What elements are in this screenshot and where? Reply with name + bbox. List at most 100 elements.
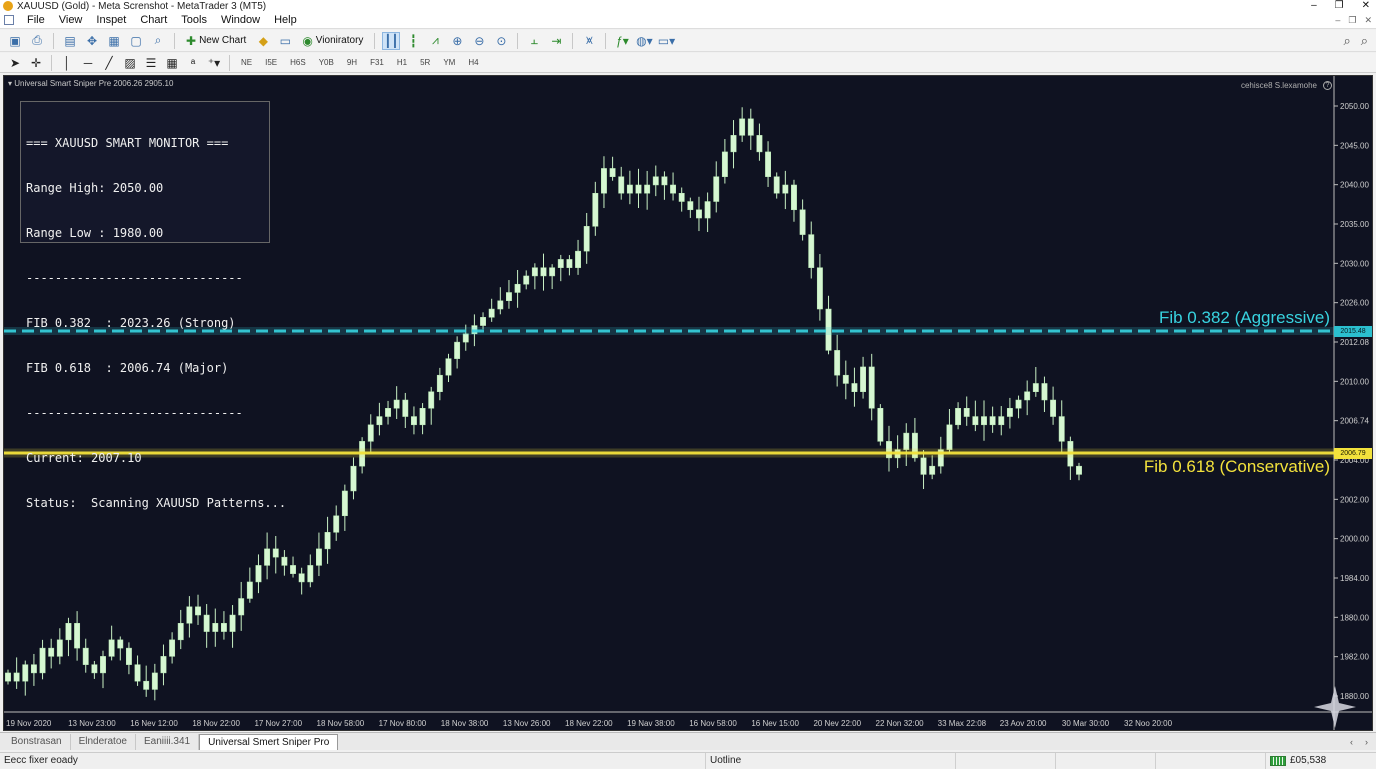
status-help-text: Eecc fixer eoady (0, 752, 706, 769)
tab-prev-button[interactable]: ‹ (1350, 737, 1353, 747)
tab-chart-2[interactable]: Elnderatoe (71, 733, 136, 750)
history-button[interactable]: ◉ Vioniratory (298, 32, 367, 50)
grid-icon[interactable]: ▦ (163, 54, 181, 72)
candle-body (540, 267, 547, 277)
menu-view[interactable]: View (52, 14, 90, 26)
price-axis-label: 1982.00 (1340, 653, 1369, 662)
time-axis-label: 32 Noo 20:00 (1124, 719, 1173, 728)
candle-body (549, 267, 556, 277)
horizontal-line-icon[interactable]: ─ (79, 54, 97, 72)
price-axis-label: 2026.00 (1340, 299, 1369, 308)
candle-body (402, 399, 409, 417)
toolbar-separator (605, 32, 607, 49)
monitor-line: FIB 0.618 : 2006.74 (Major) (26, 361, 229, 375)
candle-body (696, 209, 702, 219)
indicator-list-icon[interactable]: ƒ▾ (613, 32, 631, 50)
channel-icon[interactable]: ▨ (121, 54, 139, 72)
market-watch-icon[interactable]: ▤ (61, 32, 79, 50)
timeframe-3[interactable]: H6S (285, 58, 311, 67)
time-axis-label: 17 Nov 80:00 (379, 719, 427, 728)
menu-chart[interactable]: Chart (133, 14, 174, 26)
tab-universal-smart-sniper[interactable]: Universal Smert Sniper Pro (199, 733, 339, 750)
candle-body (186, 606, 193, 624)
fibonacci-icon[interactable]: ☰ (142, 54, 160, 72)
mdi-controls: – ❐ ✕ (1335, 15, 1372, 26)
text-icon[interactable]: ᵃ (184, 54, 202, 72)
search-icon[interactable]: ⌕ (1343, 33, 1350, 49)
timeframe-4[interactable]: Y0B (314, 58, 339, 67)
status-traffic: £05,538 (1290, 755, 1327, 766)
time-axis-label: 17 Nov 27:00 (254, 719, 302, 728)
data-window-icon[interactable]: ⌕ (149, 32, 167, 50)
candle-body (877, 408, 884, 442)
candle-body (1041, 383, 1048, 401)
print-icon[interactable]: ⎙ (28, 32, 46, 50)
timeframe-6[interactable]: F31 (365, 58, 389, 67)
candle-body (903, 432, 910, 450)
tile-windows-icon[interactable]: ⫠ (525, 32, 543, 50)
folder-icon[interactable]: ▦ (105, 32, 123, 50)
mdi-restore-button[interactable]: ❐ (1348, 15, 1356, 26)
chat-icon[interactable]: ⌕ (1361, 33, 1368, 49)
candle-body (238, 598, 245, 616)
indicators-icon[interactable]: ⩙ (580, 32, 598, 50)
candle-body (998, 416, 1005, 426)
zoom-icon[interactable]: ⊙ (492, 32, 510, 50)
time-axis-label: 18 Nov 58:00 (317, 719, 365, 728)
menu-tools[interactable]: Tools (174, 14, 214, 26)
new-profile-icon[interactable]: ▣ (6, 32, 24, 50)
mdi-close-button[interactable]: ✕ (1364, 15, 1372, 26)
tab-chart-1[interactable]: Bonstrasan (3, 733, 71, 750)
zoom-out-icon[interactable]: ⊖ (470, 32, 488, 50)
help-icon[interactable]: ? (1323, 81, 1332, 90)
algo-trading-icon[interactable]: ◆ (254, 32, 272, 50)
fib-conservative-label: Fib 0.618 (Conservative) (1143, 457, 1330, 476)
tab-chart-3[interactable]: Eaniiii.341 (136, 733, 200, 750)
timeframe-5[interactable]: 9H (342, 58, 362, 67)
menu-window[interactable]: Window (214, 14, 267, 26)
fib-aggressive-price-tag: 2015.48 (1334, 326, 1372, 337)
zoom-in-icon[interactable]: ⊕ (448, 32, 466, 50)
candle-body (151, 672, 158, 690)
timeframe-7[interactable]: H1 (392, 58, 412, 67)
fib-aggressive-label: Fib 0.382 (Aggressive) (1158, 308, 1330, 327)
order-icon[interactable]: ▭ (276, 32, 294, 50)
minimize-button[interactable]: – (1311, 0, 1317, 11)
candle-body (981, 416, 987, 426)
timeframe-1[interactable]: NE (236, 58, 257, 67)
candle-body (246, 581, 253, 599)
mdi-minimize-button[interactable]: – (1335, 15, 1340, 26)
maximize-button[interactable]: ❐ (1335, 0, 1344, 11)
auto-scroll-icon[interactable]: ⇥ (547, 32, 565, 50)
crosshair-icon[interactable]: ✛ (27, 54, 45, 72)
timeframe-2[interactable]: I5E (260, 58, 282, 67)
price-axis-label: 2040.00 (1340, 181, 1369, 190)
timeframe-9[interactable]: YM (438, 58, 460, 67)
menu-help[interactable]: Help (267, 14, 304, 26)
shapes-icon[interactable]: ⁺▾ (205, 54, 223, 72)
menu-insert[interactable]: Inspet (89, 14, 133, 26)
menu-file[interactable]: File (20, 14, 52, 26)
candle-body (575, 250, 581, 268)
line-chart-icon[interactable]: ⩘ (426, 32, 444, 50)
indicator-title: Universal Smart Sniper Pre 2006.26 2905.… (14, 79, 174, 88)
candlestick-icon[interactable]: ┇ (404, 32, 422, 50)
navigator-icon[interactable]: ✥ (83, 32, 101, 50)
timeframe-10[interactable]: H4 (463, 58, 483, 67)
new-chart-button[interactable]: ✚ New Chart (182, 32, 250, 50)
templates-icon[interactable]: ◍▾ (635, 32, 653, 50)
chart-window[interactable]: 2050.00 2045.00 2040.00 2035.00 2030.00 2026.… (3, 75, 1373, 731)
timeframe-8[interactable]: 5R (415, 58, 435, 67)
vertical-line-icon[interactable]: │ (58, 54, 76, 72)
time-axis-label: 18 Nov 22:00 (192, 719, 240, 728)
tab-navigation: ‹ › (1350, 737, 1368, 747)
candle-body (290, 565, 296, 574)
cursor-icon[interactable]: ➤ (6, 54, 24, 72)
bar-chart-icon[interactable]: ┃┃ (382, 31, 401, 50)
trendline-icon[interactable]: ╱ (100, 54, 118, 72)
time-axis-label: 19 Nov 2020 (6, 719, 52, 728)
periods-icon[interactable]: ▭▾ (657, 32, 675, 50)
window-icon[interactable]: ▢ (127, 32, 145, 50)
tab-next-button[interactable]: › (1365, 737, 1368, 747)
close-button[interactable]: ✕ (1362, 0, 1370, 11)
